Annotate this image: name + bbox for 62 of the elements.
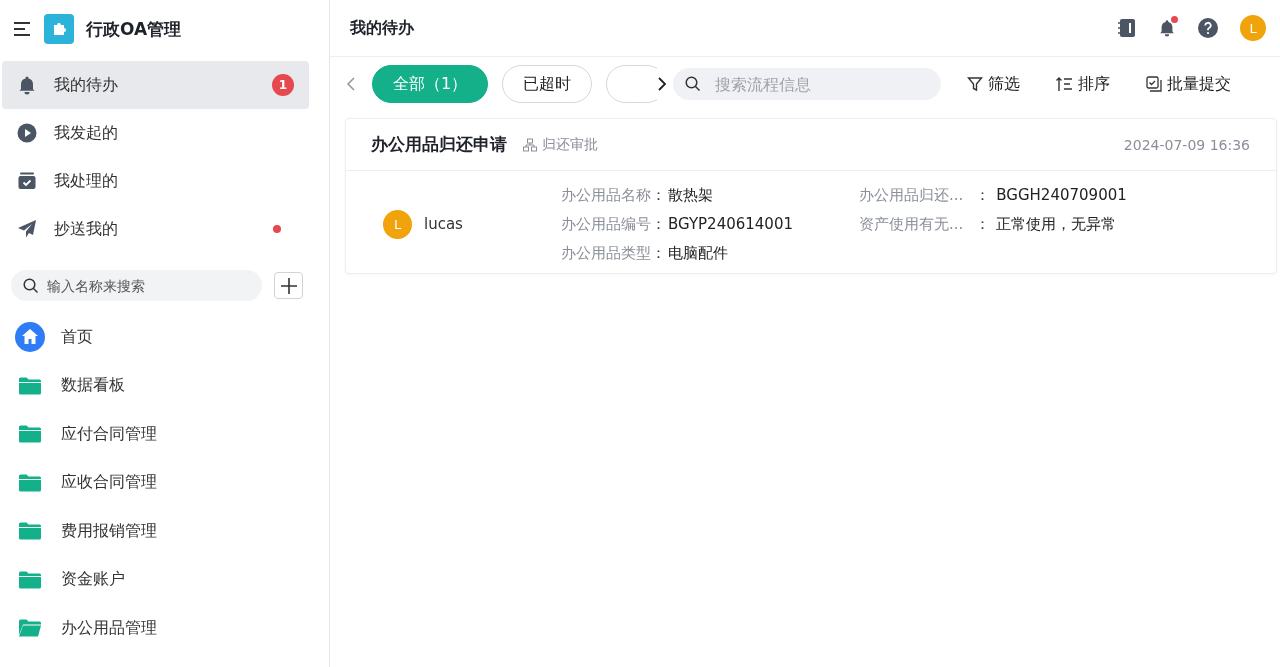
menu-item[interactable]: 数据看板 xyxy=(0,361,329,410)
field-value: 散热架 xyxy=(668,185,713,205)
field-separator: ： xyxy=(651,185,666,205)
timestamp: 2024-07-09 16:36 xyxy=(1123,136,1250,153)
process-tag: 归还审批 xyxy=(542,135,598,154)
field-value: 正常使用，无异常 xyxy=(996,214,1117,234)
nav-item[interactable]: 抄送我的 xyxy=(2,205,309,253)
checkbox-icon xyxy=(17,171,37,191)
plus-icon xyxy=(280,277,297,294)
send-icon xyxy=(17,219,37,239)
search-field[interactable]: 输入名称来搜索 xyxy=(45,276,250,295)
sort-icon xyxy=(1056,76,1073,92)
play-icon xyxy=(17,123,37,143)
field-value: BGGH240709001 xyxy=(996,186,1127,204)
app-title: 行政OA管理 xyxy=(86,17,182,41)
notification-icon[interactable] xyxy=(1158,18,1176,38)
field-label: 办公用品编号 xyxy=(561,214,651,234)
menu-item[interactable]: 资金账户 xyxy=(0,555,329,604)
field-label: 办公用品类型 xyxy=(561,243,651,263)
field-label: 办公用品名称 xyxy=(561,185,651,205)
search-field[interactable]: 搜索流程信息 xyxy=(713,73,929,95)
card-title[interactable]: 办公用品归还申请 xyxy=(371,133,507,156)
menu-item[interactable]: 应付合同管理 xyxy=(0,410,329,459)
toolbar-action[interactable]: 批量提交 xyxy=(1146,73,1231,95)
menu-item[interactable]: 首页 xyxy=(0,313,329,362)
toolbar-action[interactable]: 排序 xyxy=(1056,73,1110,95)
notebook-icon[interactable] xyxy=(1118,18,1136,38)
field-separator: ： xyxy=(651,243,666,263)
menu-icon[interactable] xyxy=(14,22,32,36)
nav-item[interactable]: 我处理的 xyxy=(2,157,309,205)
search-box[interactable]: 输入名称来搜索 xyxy=(11,270,262,301)
menu-item[interactable]: 费用报销管理 xyxy=(0,507,329,556)
batch-check-icon xyxy=(1146,76,1162,92)
toolbar-action[interactable]: 筛选 xyxy=(967,73,1020,95)
field-value: 电脑配件 xyxy=(668,243,728,263)
field-value: BGYP240614001 xyxy=(668,215,793,233)
count-badge: 1 xyxy=(272,74,294,96)
field-separator: ： xyxy=(975,214,991,234)
page-title: 我的待办 xyxy=(350,17,415,39)
puzzle-logo-icon xyxy=(44,14,74,44)
filter-icon xyxy=(967,76,983,92)
menu-item[interactable]: 应收合同管理 xyxy=(0,458,329,507)
search-icon xyxy=(685,76,701,92)
chevron-right-icon[interactable] xyxy=(657,76,667,92)
field-label: 资产使用有无... xyxy=(859,214,964,234)
menu-item[interactable]: 办公用品管理 xyxy=(0,604,329,653)
chevron-left-icon[interactable] xyxy=(346,76,356,92)
user-avatar: L xyxy=(383,209,412,239)
add-button[interactable] xyxy=(274,272,303,299)
field-separator: ： xyxy=(651,214,666,234)
search-icon xyxy=(23,277,39,294)
filter-tab[interactable]: 已超时 xyxy=(502,65,593,103)
field-separator: ： xyxy=(975,185,991,205)
help-icon[interactable] xyxy=(1198,18,1218,38)
home-icon xyxy=(15,322,45,353)
field-label: 办公用品归还... xyxy=(859,185,964,205)
search-box[interactable]: 搜索流程信息 xyxy=(673,68,941,100)
flow-chart-icon xyxy=(523,137,537,152)
nav-item[interactable]: 我发起的 xyxy=(2,109,309,157)
user-name: lucas xyxy=(424,215,463,233)
nav-item[interactable]: 我的待办 1 xyxy=(2,61,309,109)
bell-icon xyxy=(17,75,37,95)
